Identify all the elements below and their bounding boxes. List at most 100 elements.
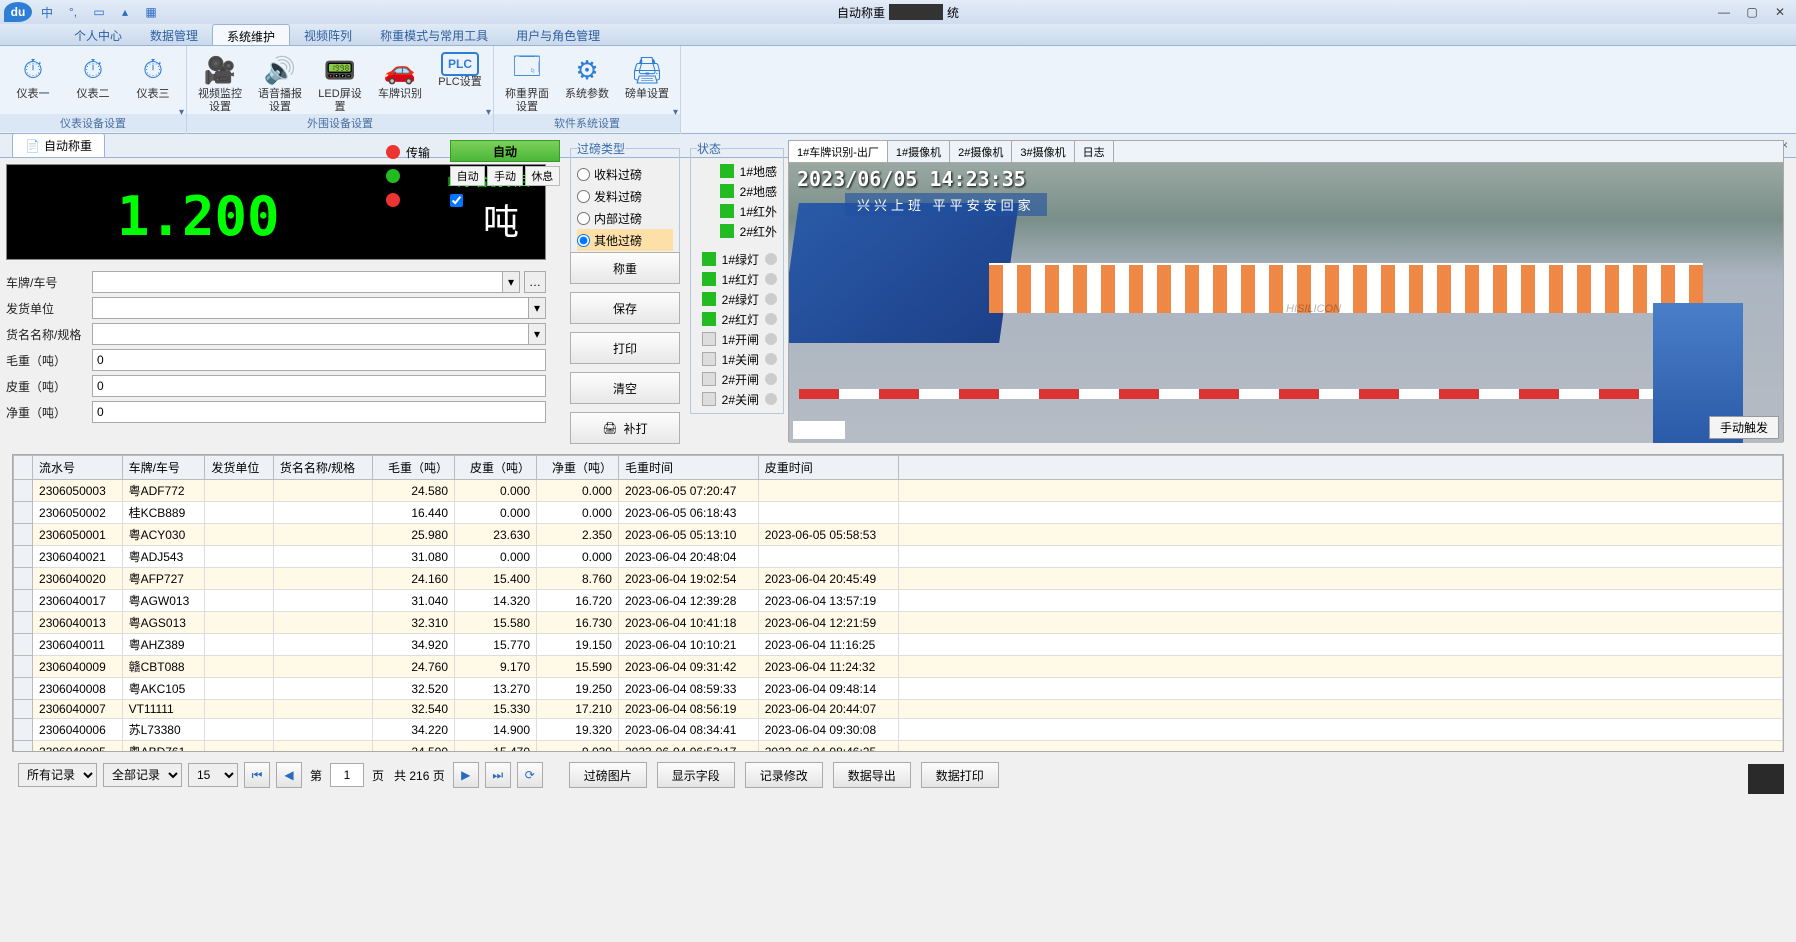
weigh-button[interactable]: 称重 (570, 252, 680, 284)
shipper-dropdown[interactable]: ▾ (528, 297, 546, 319)
menu-tab-1[interactable]: 数据管理 (136, 24, 212, 45)
col-header-6[interactable]: 净重（吨） (537, 456, 619, 480)
menu-tab-2[interactable]: 系统维护 (212, 24, 290, 45)
table-row[interactable]: 2306050002桂KCB88916.4400.0000.0002023-06… (14, 502, 1783, 524)
col-header-1[interactable]: 车牌/车号 (122, 456, 205, 480)
pager-btn-2[interactable]: 记录修改 (745, 762, 823, 788)
maximize-button[interactable]: ▢ (1742, 5, 1762, 19)
col-header-5[interactable]: 皮重（吨） (455, 456, 537, 480)
prev-page-button[interactable]: ◀ (276, 762, 302, 788)
ribbon-item-0-1[interactable]: ⏱仪表二 (68, 52, 118, 101)
filter2-select[interactable]: 全部记录 (103, 763, 182, 787)
table-row[interactable]: 2306040017粤AGW01331.04014.32016.7202023-… (14, 590, 1783, 612)
ribbon-item-1-0[interactable]: 🎥视频监控设置 (195, 52, 245, 114)
table-row[interactable]: 2306040011粤AHZ38934.92015.77019.1502023-… (14, 634, 1783, 656)
reprint-button[interactable]: 🖨 补打 (570, 412, 680, 444)
table-row[interactable]: 2306040007VT1111132.54015.33017.2102023-… (14, 700, 1783, 719)
print-button[interactable]: 打印 (570, 332, 680, 364)
col-header-8[interactable]: 皮重时间 (758, 456, 898, 480)
camera-tab-4[interactable]: 日志 (1075, 141, 1114, 162)
wtype-radio[interactable] (577, 190, 590, 203)
toolbar-icon-5[interactable]: ▦ (140, 2, 162, 22)
menu-tab-0[interactable]: 个人中心 (60, 24, 136, 45)
ribbon-item-0-2[interactable]: ⏱仪表三 (128, 52, 178, 101)
plate-dropdown[interactable]: ▾ (502, 271, 520, 293)
table-row[interactable]: 2306050001粤ACY03025.98023.6302.3502023-0… (14, 524, 1783, 546)
save-button[interactable]: 保存 (570, 292, 680, 324)
ribbon-item-1-3[interactable]: 🚗车牌识别 (375, 52, 425, 101)
wtype-radio[interactable] (577, 212, 590, 225)
col-header-7[interactable]: 毛重时间 (618, 456, 758, 480)
col-header-3[interactable]: 货名名称/规格 (273, 456, 372, 480)
pager-btn-0[interactable]: 过磅图片 (569, 762, 647, 788)
minimize-button[interactable]: — (1714, 5, 1734, 19)
wtype-radio[interactable] (577, 168, 590, 181)
manual-trigger-button[interactable]: 手动触发 (1709, 416, 1779, 439)
ribbon-group-dropdown[interactable]: ▾ (673, 107, 678, 118)
ribbon-group-dropdown[interactable]: ▾ (179, 107, 184, 118)
pager-btn-3[interactable]: 数据导出 (833, 762, 911, 788)
col-header-2[interactable]: 发货单位 (205, 456, 274, 480)
camera-tab-3[interactable]: 3#摄像机 (1012, 141, 1074, 162)
col-header-4[interactable]: 毛重（吨） (373, 456, 455, 480)
col-header-0[interactable]: 流水号 (33, 456, 123, 480)
ribbon-item-2-1[interactable]: ⚙系统参数 (562, 52, 612, 101)
menu-tab-4[interactable]: 称重模式与常用工具 (366, 24, 502, 45)
ribbon-group-dropdown[interactable]: ▾ (486, 107, 491, 118)
auto-print-input[interactable] (450, 194, 463, 207)
wtype-option-1[interactable]: 发料过磅 (577, 185, 673, 207)
table-row[interactable]: 2306040005粤ABD76124.50015.4709.0302023-0… (14, 741, 1783, 752)
close-button[interactable]: ✕ (1770, 5, 1790, 19)
shipper-input[interactable] (92, 297, 529, 319)
ribbon-item-1-2[interactable]: 📟LED屏设置 (315, 52, 365, 114)
next-page-button[interactable]: ▶ (453, 762, 479, 788)
records-table[interactable]: 流水号车牌/车号发货单位货名名称/规格毛重（吨）皮重（吨）净重（吨）毛重时间皮重… (13, 455, 1783, 751)
wtype-option-0[interactable]: 收料过磅 (577, 163, 673, 185)
filter1-select[interactable]: 所有记录 (18, 763, 97, 787)
doctab-autoweigh[interactable]: 📄 自动称重 (12, 133, 105, 157)
toolbar-icon-2[interactable]: °, (62, 2, 84, 22)
mode-sub-2[interactable]: 休息 (525, 166, 560, 186)
mode-sub-0[interactable]: 自动 (450, 166, 485, 186)
table-row[interactable]: 2306040009赣CBT08824.7609.17015.5902023-0… (14, 656, 1783, 678)
menu-tab-5[interactable]: 用户与角色管理 (502, 24, 614, 45)
clear-button[interactable]: 清空 (570, 372, 680, 404)
last-page-button[interactable]: ⏭ (485, 762, 511, 788)
toolbar-icon-3[interactable]: ▭ (88, 2, 110, 22)
pagesize-select[interactable]: 15 (188, 763, 238, 787)
pager-btn-4[interactable]: 数据打印 (921, 762, 999, 788)
wtype-radio[interactable] (577, 234, 590, 247)
table-row[interactable]: 2306040020粤AFP72724.16015.4008.7602023-0… (14, 568, 1783, 590)
table-row[interactable]: 2306040006苏L7338034.22014.90019.3202023-… (14, 719, 1783, 741)
plate-more[interactable]: … (524, 271, 546, 293)
ribbon-item-1-1[interactable]: 🔊语音播报设置 (255, 52, 305, 114)
goods-input[interactable] (92, 323, 529, 345)
wtype-option-2[interactable]: 内部过磅 (577, 207, 673, 229)
camera-tab-2[interactable]: 2#摄像机 (950, 141, 1012, 162)
camera-tab-1[interactable]: 1#摄像机 (888, 141, 950, 162)
ribbon-item-2-2[interactable]: 🖨磅单设置 (622, 52, 672, 101)
pager-btn-1[interactable]: 显示字段 (657, 762, 735, 788)
gross-input[interactable] (92, 349, 546, 371)
goods-dropdown[interactable]: ▾ (528, 323, 546, 345)
table-row[interactable]: 2306050003粤ADF77224.5800.0000.0002023-06… (14, 480, 1783, 502)
tare-input[interactable] (92, 375, 546, 397)
ribbon-item-0-0[interactable]: ⏱仪表一 (8, 52, 58, 101)
table-row[interactable]: 2306040008粤AKC10532.52013.27019.2502023-… (14, 678, 1783, 700)
camera-tab-0[interactable]: 1#车牌识别-出厂 (789, 141, 888, 162)
toolbar-icon-1[interactable]: 中 (36, 2, 58, 22)
plate-input[interactable] (92, 271, 503, 293)
auto-print-checkbox[interactable]: 自动打印 (450, 192, 560, 209)
menu-tab-3[interactable]: 视频阵列 (290, 24, 366, 45)
net-input[interactable] (92, 401, 546, 423)
mode-sub-1[interactable]: 手动 (487, 166, 522, 186)
wtype-option-3[interactable]: 其他过磅 (577, 229, 673, 251)
table-row[interactable]: 2306040013粤AGS01332.31015.58016.7302023-… (14, 612, 1783, 634)
first-page-button[interactable]: ⏮ (244, 762, 270, 788)
table-row[interactable]: 2306040021粤ADJ54331.0800.0000.0002023-06… (14, 546, 1783, 568)
page-input[interactable] (330, 763, 364, 787)
ribbon-item-1-4[interactable]: PLCPLC设置 (435, 52, 485, 89)
toolbar-icon-4[interactable]: ▴ (114, 2, 136, 22)
auto-mode-button[interactable]: 自动 (450, 140, 560, 162)
ribbon-item-2-0[interactable]: 🗔称重界面设置 (502, 52, 552, 114)
